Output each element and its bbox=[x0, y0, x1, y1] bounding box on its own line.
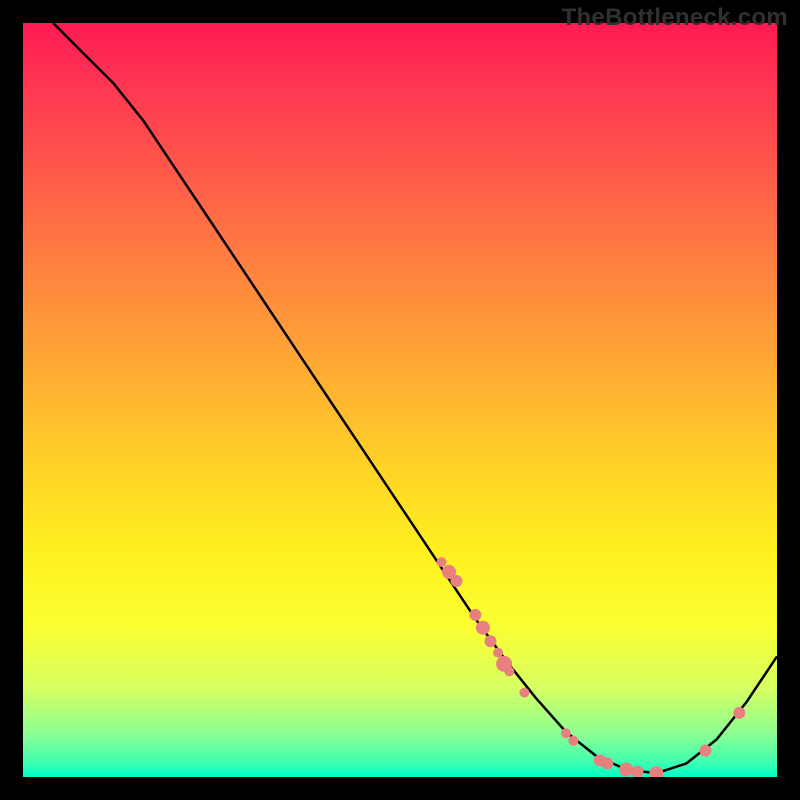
scatter-dot bbox=[485, 635, 497, 647]
scatter-dot bbox=[437, 557, 447, 567]
scatter-dot bbox=[619, 763, 633, 777]
scatter-dot bbox=[519, 688, 529, 698]
scatter-dot bbox=[733, 707, 745, 719]
plot-area bbox=[23, 23, 777, 777]
scatter-dot bbox=[568, 736, 578, 746]
outer-frame: TheBottleneck.com bbox=[0, 0, 800, 800]
scatter-dot bbox=[632, 766, 644, 777]
scatter-dots bbox=[437, 557, 746, 777]
scatter-dot bbox=[699, 745, 711, 757]
scatter-dot bbox=[561, 728, 571, 738]
scatter-dot bbox=[493, 648, 503, 658]
scatter-dot bbox=[469, 609, 481, 621]
scatter-dot bbox=[649, 766, 663, 777]
curve-path bbox=[53, 23, 777, 773]
watermark-text: TheBottleneck.com bbox=[562, 4, 788, 32]
scatter-dot bbox=[451, 575, 463, 587]
scatter-dot bbox=[504, 666, 514, 676]
scatter-dot bbox=[601, 757, 613, 769]
scatter-dot bbox=[476, 621, 490, 635]
chart-svg bbox=[23, 23, 777, 777]
